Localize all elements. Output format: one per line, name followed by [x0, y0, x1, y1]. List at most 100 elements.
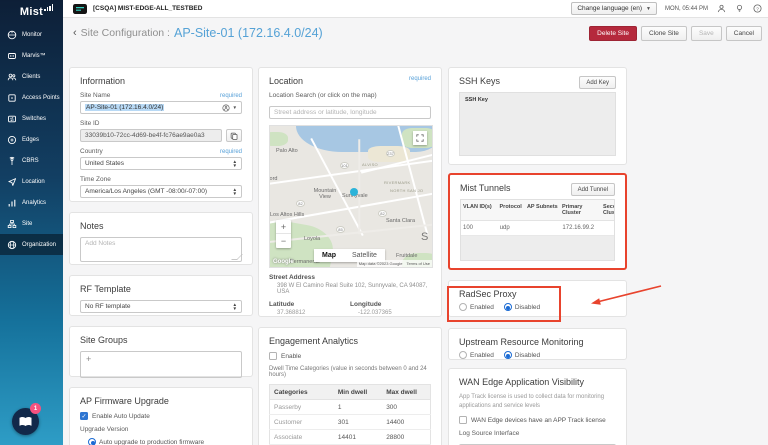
- app-track-license-checkbox[interactable]: WAN Edge devices have an APP Track licen…: [459, 416, 616, 424]
- map-label: Fruitdale: [396, 253, 417, 259]
- location-search-input[interactable]: [269, 106, 431, 119]
- add-tunnel-button[interactable]: Add Tunnel: [571, 183, 615, 196]
- cancel-button[interactable]: Cancel: [726, 26, 762, 41]
- ssh-keys-card: SSH Keys Add Key SSH Key: [448, 67, 627, 165]
- column-header: Min dwell: [334, 385, 382, 400]
- site-location-marker[interactable]: [350, 188, 358, 196]
- timezone-label: Time Zone: [80, 176, 111, 183]
- site-groups-add-field[interactable]: +: [80, 351, 242, 378]
- ssh-keys-heading: SSH Keys: [459, 76, 500, 86]
- auto-upgrade-production-radio[interactable]: Auto upgrade to production firmware: [88, 438, 242, 445]
- sidebar-item-clients[interactable]: Clients: [0, 66, 63, 87]
- svg-text:?: ?: [756, 6, 759, 12]
- organization-icon: [7, 240, 17, 250]
- sidebar-item-monitor[interactable]: Monitor: [0, 24, 63, 45]
- radio-selected-icon: [88, 438, 96, 445]
- radsec-disabled-radio[interactable]: Disabled: [504, 303, 540, 311]
- ap-firmware-upgrade-card: AP Firmware Upgrade ✓ Enable Auto Update…: [69, 387, 253, 445]
- help-icon[interactable]: ?: [752, 4, 762, 14]
- mist-logo-text: Mist: [20, 6, 43, 18]
- location-card: Location required Location Search (or cl…: [258, 67, 442, 317]
- map[interactable]: Palo Alto ford ALVISO Mountain View Los …: [269, 125, 433, 268]
- sidebar: Mist Monitor Marvis™ Clients Access Poin…: [0, 0, 63, 445]
- sidebar-item-access-points[interactable]: Access Points: [0, 87, 63, 108]
- add-key-button[interactable]: Add Key: [579, 76, 616, 89]
- country-select[interactable]: United States ▲▼: [80, 157, 242, 170]
- user-account-icon[interactable]: [716, 4, 726, 14]
- map-label: ford: [269, 176, 277, 182]
- country-label: Country: [80, 148, 103, 155]
- map-label: NORTH SAN JO: [390, 188, 423, 193]
- street-address-label: Street Address: [269, 274, 431, 281]
- sidebar-item-marvis[interactable]: Marvis™: [0, 45, 63, 66]
- upstream-enabled-radio[interactable]: Enabled: [459, 351, 494, 359]
- upstream-disabled-radio[interactable]: Disabled: [504, 351, 540, 359]
- save-button[interactable]: Save: [691, 26, 722, 41]
- table-row: Passerby 1 300: [270, 400, 431, 415]
- map-label: Santa Clara: [386, 218, 415, 224]
- zoom-out-button[interactable]: −: [276, 234, 291, 248]
- map-label: Palo Alto: [276, 148, 298, 154]
- zoom-in-button[interactable]: +: [276, 220, 291, 234]
- wan-edge-description: App Track license is used to collect dat…: [459, 393, 616, 410]
- tunnel-row[interactable]: 100 udp 172.16.99.2: [461, 221, 615, 236]
- dwell-time-table: Categories Min dwell Max dwell Passerby …: [269, 384, 431, 445]
- longitude-value: -122.037365: [358, 310, 431, 316]
- sidebar-item-edges[interactable]: Edges: [0, 129, 63, 150]
- copy-site-id-button[interactable]: [226, 129, 242, 142]
- information-card: Information Site Name required AP-Site-0…: [69, 67, 253, 202]
- map-label: Los Altos Hills: [270, 212, 304, 218]
- site-name-required: required: [220, 93, 242, 99]
- breadcrumb: Site Configuration :: [81, 27, 170, 39]
- sidebar-item-site[interactable]: Site: [0, 213, 63, 234]
- site-name-variable-icon[interactable]: ▼: [222, 104, 237, 112]
- radio-unselected-icon: [459, 303, 467, 311]
- whats-new-bulb-icon[interactable]: [734, 4, 744, 14]
- sidebar-item-analytics[interactable]: Analytics: [0, 192, 63, 213]
- longitude-label: Longitude: [350, 301, 431, 308]
- sidebar-item-location[interactable]: Location: [0, 171, 63, 192]
- enable-auto-update-checkbox[interactable]: ✓ Enable Auto Update: [80, 412, 242, 420]
- page-header: ‹ Site Configuration : AP-Site-01 (172.1…: [73, 24, 762, 42]
- ap-firmware-heading: AP Firmware Upgrade: [80, 396, 242, 406]
- rf-template-select[interactable]: No RF template ▲▼: [80, 300, 242, 313]
- table-header-row: VLAN ID(s) Protocol AP Subnets Primary C…: [461, 200, 615, 221]
- map-terms-link[interactable]: Terms of Use: [406, 261, 430, 266]
- site-name-input[interactable]: AP-Site-01 (172.16.4.0/24) ▼: [80, 101, 242, 114]
- notes-textarea[interactable]: Add Notes: [80, 237, 242, 262]
- route-shield: 82: [296, 200, 305, 207]
- sidebar-item-organization[interactable]: Organization: [0, 234, 63, 255]
- upstream-heading: Upstream Resource Monitoring: [459, 337, 616, 347]
- column-right: SSH Keys Add Key SSH Key Mist Tunnels Ad…: [448, 67, 627, 445]
- column-header: Categories: [270, 385, 334, 400]
- chevron-down-icon: ▼: [646, 6, 651, 12]
- latitude-label: Latitude: [269, 301, 350, 308]
- column-middle: Location required Location Search (or cl…: [258, 67, 442, 445]
- radsec-enabled-radio[interactable]: Enabled: [459, 303, 494, 311]
- map-label: ALVISO: [362, 162, 378, 167]
- mist-logo-bars-icon: [44, 4, 53, 11]
- route-shield: 101: [340, 162, 349, 169]
- clone-site-button[interactable]: Clone Site: [641, 26, 687, 41]
- open-book-icon: [18, 416, 33, 428]
- map-view-button[interactable]: Map: [314, 249, 344, 262]
- route-shield: 82: [378, 210, 387, 217]
- delete-site-button[interactable]: Delete Site: [589, 26, 637, 41]
- sidebar-item-cbrs[interactable]: CBRS: [0, 150, 63, 171]
- street-address-value: 398 W El Camino Real Suite 102, Sunnyval…: [277, 283, 431, 295]
- location-icon: [7, 177, 17, 187]
- map-label: S: [421, 231, 428, 243]
- location-required: required: [409, 76, 431, 82]
- switches-icon: [7, 114, 17, 124]
- ssh-keys-list: SSH Key: [459, 92, 616, 156]
- log-source-label: Log Source Interface: [459, 430, 616, 437]
- sidebar-item-switches[interactable]: Switches: [0, 108, 63, 129]
- timezone-select[interactable]: America/Los Angeles (GMT -08:00/-07:00) …: [80, 185, 242, 198]
- map-attribution: Map data ©2023 Google: [359, 261, 403, 266]
- mist-site-configuration-page: Mist Monitor Marvis™ Clients Access Poin…: [0, 0, 768, 445]
- radio-selected-icon: [504, 351, 512, 359]
- back-chevron-icon[interactable]: ‹: [73, 27, 77, 39]
- change-language-button[interactable]: Change language (en) ▼: [571, 2, 657, 15]
- fullscreen-button[interactable]: [413, 131, 427, 145]
- engagement-enable-checkbox[interactable]: Enable: [269, 352, 431, 360]
